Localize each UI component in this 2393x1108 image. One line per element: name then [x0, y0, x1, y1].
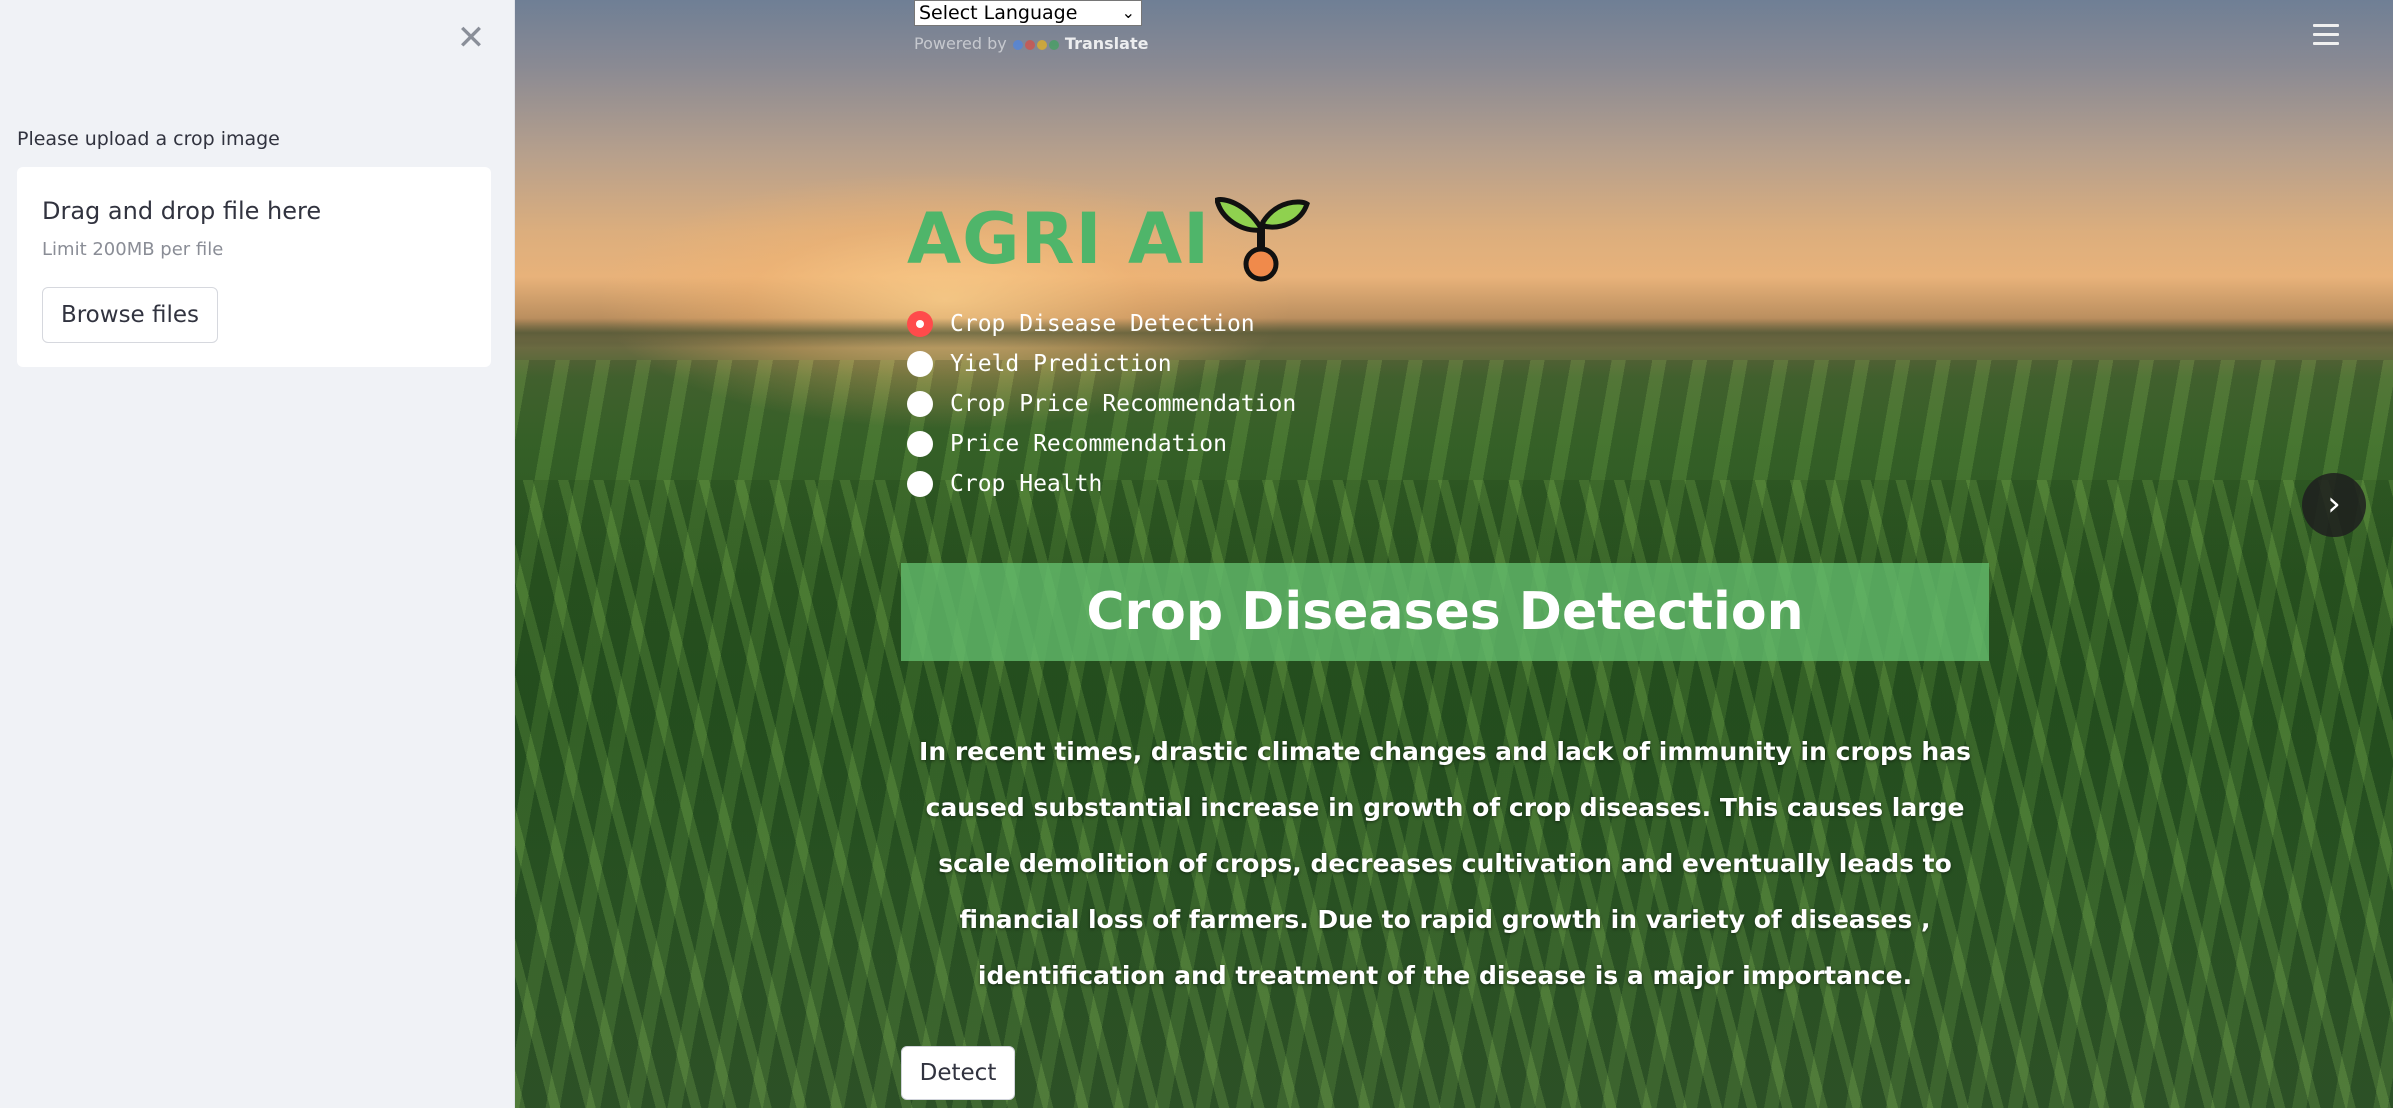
language-select-value: Select Language [919, 2, 1078, 24]
radio-crop-health[interactable]: Crop Health [907, 464, 1296, 504]
detect-button[interactable]: Detect [901, 1046, 1015, 1100]
radio-price-recommendation[interactable]: Price Recommendation [907, 424, 1296, 464]
hamburger-icon[interactable] [2313, 24, 2339, 46]
feature-radio-group: Crop Disease Detection Yield Prediction … [907, 304, 1296, 504]
radio-label: Price Recommendation [950, 431, 1227, 457]
radio-label: Crop Health [950, 471, 1103, 497]
sprout-logo-icon [1215, 197, 1310, 282]
radio-yield-prediction[interactable]: Yield Prediction [907, 344, 1296, 384]
background-horizon [515, 318, 2393, 348]
file-dropzone[interactable]: Drag and drop file here Limit 200MB per … [17, 167, 491, 367]
next-button[interactable]: › [2302, 473, 2366, 537]
browse-files-button[interactable]: Browse files [42, 287, 218, 343]
radio-unselected-icon [907, 431, 933, 457]
radio-label: Crop Disease Detection [950, 311, 1255, 337]
radio-crop-disease-detection[interactable]: Crop Disease Detection [907, 304, 1296, 344]
section-description: In recent times, drastic climate changes… [919, 737, 1971, 990]
app-title: AGRI AI [907, 198, 1211, 280]
radio-selected-icon [907, 311, 933, 337]
close-sidebar-button[interactable]: ✕ [456, 20, 486, 56]
radio-crop-price-recommendation[interactable]: Crop Price Recommendation [907, 384, 1296, 424]
powered-by-text: Powered by [914, 34, 1007, 53]
dropzone-title: Drag and drop file here [42, 197, 322, 225]
google-logo-icon [1012, 34, 1065, 53]
translate-link[interactable]: Translate [1065, 34, 1149, 53]
section-banner: Crop Diseases Detection [901, 563, 1989, 661]
google-translate-attribution: Powered by Translate [914, 34, 1148, 53]
radio-unselected-icon [907, 471, 933, 497]
close-icon: ✕ [456, 18, 486, 58]
language-select[interactable]: Select Language ⌄ [914, 0, 1142, 26]
sidebar: ✕ Please upload a crop image Drag and dr… [0, 0, 515, 1108]
upload-label: Please upload a crop image [17, 128, 280, 150]
section-title: Crop Diseases Detection [1086, 582, 1804, 642]
chevron-down-icon: ⌄ [1121, 3, 1135, 22]
radio-unselected-icon [907, 391, 933, 417]
radio-label: Crop Price Recommendation [950, 391, 1297, 417]
main-content: Select Language ⌄ Powered by Translate ›… [515, 0, 2393, 1108]
dropzone-limit: Limit 200MB per file [42, 239, 224, 260]
radio-unselected-icon [907, 351, 933, 377]
radio-label: Yield Prediction [950, 351, 1172, 377]
chevron-right-icon: › [2327, 484, 2341, 524]
